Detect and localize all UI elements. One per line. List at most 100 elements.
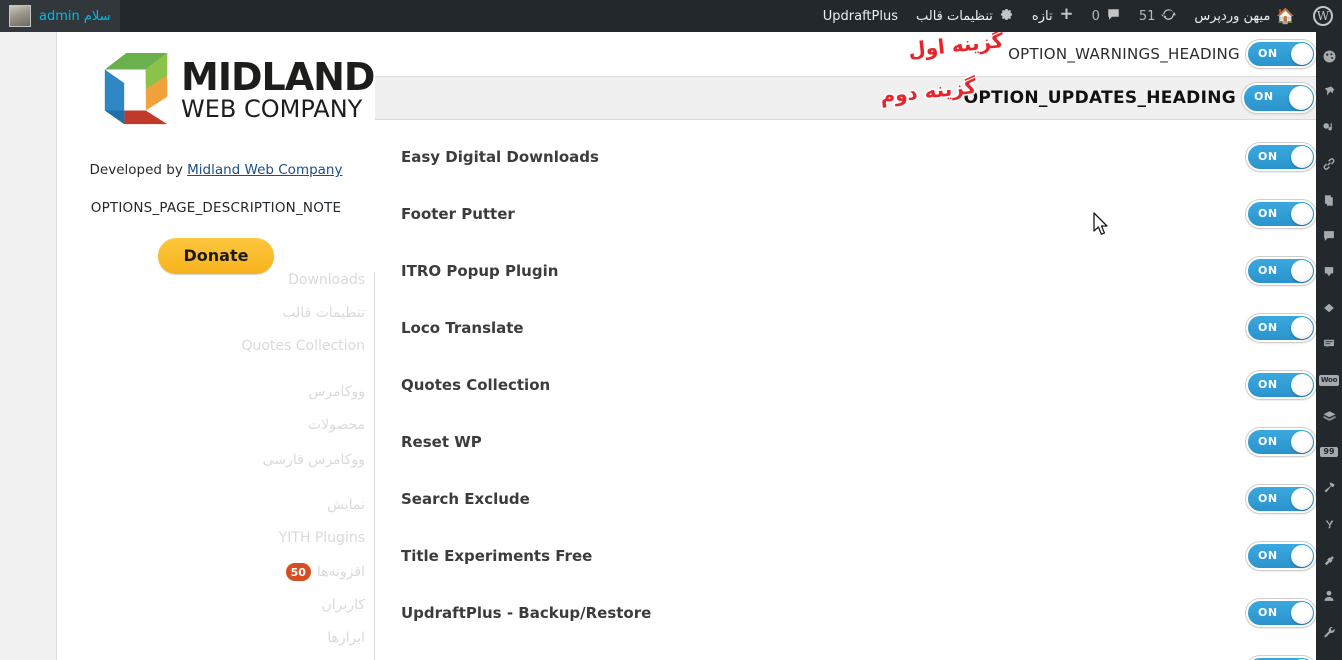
plugin-row: ON Title Experiments Free — [375, 527, 1316, 584]
plugin-name: Search Exclude — [401, 489, 530, 508]
tools-hammer-icon[interactable] — [1316, 470, 1342, 506]
adminbar-new-content[interactable]: تازه — [1023, 0, 1083, 32]
developed-by-prefix: Developed by — [89, 162, 183, 178]
plugin-row: ON ITRO Popup Plugin — [375, 242, 1316, 299]
menu-item-products[interactable]: محصولات — [308, 417, 365, 433]
menu-item-woocommerce[interactable]: ووکامرس — [308, 384, 365, 400]
menu-item-label: ابزارها — [327, 630, 365, 646]
adminbar-updates-count: 51 — [1138, 8, 1156, 24]
menu-item-theme-options[interactable]: تنظیمات قالب — [282, 305, 365, 321]
plugin-toggle-user-profile-picture[interactable]: ON — [1246, 655, 1316, 660]
menu-item-plugins[interactable]: افزونه‌ها 50 — [285, 563, 365, 581]
adminbar-updraftplus-label: UpdraftPlus — [822, 8, 898, 24]
plugin-toggle-loco-translate[interactable]: ON — [1246, 313, 1316, 342]
toggle-state-label: ON — [1258, 320, 1278, 334]
midland-logo-mark — [104, 52, 168, 125]
home-icon: 🏠 — [1276, 6, 1295, 25]
plugin-row: ON Footer Putter — [375, 185, 1316, 242]
link-icon[interactable] — [1316, 146, 1342, 182]
plugin-toggle-itro-popup-plugin[interactable]: ON — [1246, 256, 1316, 285]
adminbar-comments-count: 0 — [1091, 8, 1100, 24]
toggle-state-label: ON — [1258, 47, 1278, 60]
logo-line-2: WEB COMPANY — [181, 95, 363, 123]
left-gutter — [0, 32, 57, 660]
gear-icon — [999, 7, 1014, 25]
toggle-state-label: ON — [1254, 90, 1274, 103]
adminbar-site-name[interactable]: 🏠 میهن وردپرس — [1185, 0, 1304, 32]
menu-item-label: محصولات — [307, 417, 365, 433]
toggle-knob — [1291, 316, 1313, 339]
adminbar-my-account[interactable]: سلام admin — [0, 0, 120, 32]
plugin-toggle-search-exclude[interactable]: ON — [1246, 484, 1316, 513]
pages-icon[interactable] — [1316, 182, 1342, 218]
menu-item-quotes-collection[interactable]: Quotes Collection — [241, 338, 365, 354]
midland-logo-text: MIDLAND WEB COMPANY — [181, 58, 375, 123]
toggle-state-label: ON — [1258, 377, 1278, 391]
appearance-paintbrush-icon[interactable] — [1316, 38, 1342, 74]
plugin-toggle-reset-wp[interactable]: ON — [1246, 427, 1316, 456]
adminbar-comments[interactable]: 0 — [1083, 0, 1130, 32]
plugin-name: Footer Putter — [401, 204, 515, 223]
plugins-update-badge: 50 — [285, 563, 311, 581]
toggle-knob — [1291, 487, 1313, 510]
pin-icon[interactable] — [1316, 74, 1342, 110]
toggle-state-label: ON — [1258, 149, 1278, 163]
plugins-plug-icon[interactable] — [1316, 542, 1342, 578]
toggle-state-label: ON — [1258, 491, 1278, 505]
woo-icon[interactable]: Woo — [1316, 362, 1342, 398]
adminbar-theme-options[interactable]: تنظیمات قالب — [907, 0, 1023, 32]
updates-icon — [1161, 7, 1176, 25]
menu-item-appearance[interactable]: نمایش — [327, 497, 365, 513]
plugin-toggle-list: ON Easy Digital Downloads ON Footer Putt… — [375, 120, 1316, 660]
menu-item-tools[interactable]: ابزارها — [327, 630, 365, 646]
toggle-knob — [1291, 430, 1313, 453]
media-icon[interactable] — [1316, 110, 1342, 146]
adminbar-updates[interactable]: 51 — [1130, 0, 1186, 32]
option-warnings-toggle[interactable]: ON — [1246, 40, 1316, 68]
plus-icon — [1059, 7, 1074, 25]
download-icon[interactable] — [1316, 254, 1342, 290]
plugin-row: ON Reset WP — [375, 413, 1316, 470]
comment-bubble-icon — [1106, 7, 1121, 25]
menu-item-label: تنظیمات قالب — [282, 305, 365, 321]
midland-logo: MIDLAND WEB COMPANY — [91, 46, 375, 138]
plugin-toggle-easy-digital-downloads[interactable]: ON — [1246, 142, 1316, 171]
plugin-name: Reset WP — [401, 432, 482, 451]
plugin-row: ON User Profile Picture — [375, 641, 1316, 660]
options-branding-card: MIDLAND WEB COMPANY Developed by Midland… — [57, 32, 375, 274]
toggle-state-label: ON — [1258, 548, 1278, 562]
menu-item-yith-plugins[interactable]: YITH Plugins — [279, 530, 365, 546]
wordpress-logo-icon — [1313, 6, 1333, 26]
plugin-toggle-quotes-collection[interactable]: ON — [1246, 370, 1316, 399]
toggle-state-label: ON — [1258, 206, 1278, 220]
yith-icon[interactable] — [1316, 506, 1342, 542]
plugin-toggle-title-experiments-free[interactable]: ON — [1246, 541, 1316, 570]
plugin-row: ON Loco Translate — [375, 299, 1316, 356]
products-box-icon[interactable] — [1316, 398, 1342, 434]
adminbar-site-name-label: میهن وردپرس — [1194, 8, 1271, 24]
menu-item-users[interactable]: کاربران — [322, 597, 365, 613]
plugin-name: UpdraftPlus - Backup/Restore — [401, 603, 652, 622]
toggle-knob — [1289, 86, 1313, 110]
menu-item-downloads[interactable]: Downloads — [288, 272, 365, 288]
feedback-icon[interactable] — [1316, 326, 1342, 362]
diamond-icon[interactable] — [1316, 290, 1342, 326]
plugin-toggle-updraftplus[interactable]: ON — [1246, 598, 1316, 627]
menu-item-woocommerce-fa[interactable]: ووکامرس فارسی — [263, 452, 365, 468]
menu-item-label: کاربران — [321, 597, 365, 613]
plugin-name: Loco Translate — [401, 318, 524, 337]
plugin-name: Title Experiments Free — [401, 546, 593, 565]
plugin-row: ON Quotes Collection — [375, 356, 1316, 413]
option-updates-toggle[interactable]: ON — [1242, 83, 1316, 113]
wp-logo-menu[interactable] — [1304, 0, 1342, 32]
options-main-content: ON OPTION_WARNINGS_HEADING ON OPTION_UPD… — [375, 32, 1316, 660]
comments-icon[interactable] — [1316, 218, 1342, 254]
adminbar-updraftplus[interactable]: UpdraftPlus — [814, 0, 907, 32]
users-icon[interactable] — [1316, 578, 1342, 614]
quote-99-icon[interactable]: 99 — [1316, 434, 1342, 470]
settings-wrench-icon[interactable] — [1316, 614, 1342, 650]
options-page-description-note: OPTIONS_PAGE_DESCRIPTION_NOTE — [90, 200, 342, 216]
plugin-toggle-footer-putter[interactable]: ON — [1246, 199, 1316, 228]
developer-link[interactable]: Midland Web Company — [187, 162, 342, 178]
donate-button[interactable]: Donate — [157, 238, 275, 274]
